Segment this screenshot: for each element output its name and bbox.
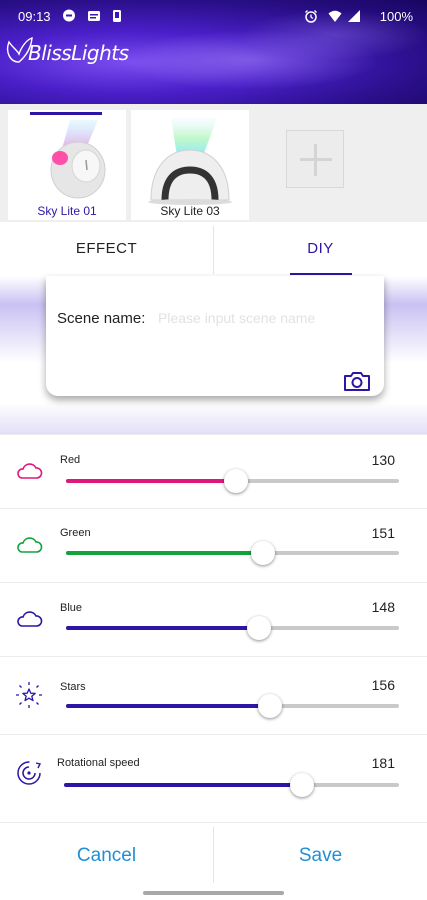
- device-card-sky-lite-01[interactable]: Sky Lite 01: [8, 110, 126, 220]
- sky-lite-device-icon: [50, 120, 106, 199]
- save-button[interactable]: Save: [214, 823, 427, 889]
- slider-label: Stars: [60, 681, 86, 693]
- chat-icon: [62, 9, 76, 23]
- cloud-icon: [17, 611, 43, 627]
- slider-label: Green: [60, 527, 91, 539]
- slider-row-stars: Stars 156: [0, 656, 427, 730]
- status-time: 09:13: [18, 9, 51, 24]
- mode-tabs: EFFECT DIY: [0, 222, 427, 276]
- slider-label: Red: [60, 454, 81, 466]
- slider-track[interactable]: [66, 469, 399, 493]
- slider-row-green: Green 151: [0, 508, 427, 582]
- scene-card: Scene name:: [46, 276, 384, 396]
- wifi-icon: [328, 9, 342, 23]
- slider-track[interactable]: [66, 616, 399, 640]
- status-bar: 09:13 100%: [0, 0, 427, 32]
- alarm-icon: [304, 9, 318, 23]
- slider-value: 151: [371, 525, 395, 541]
- logo-text: BlissLights: [28, 41, 129, 65]
- slider-thumb[interactable]: [289, 773, 314, 797]
- slider-thumb[interactable]: [247, 616, 272, 640]
- device-name: Sky Lite 03: [160, 204, 220, 218]
- phone-icon: [110, 9, 124, 23]
- slider-track[interactable]: [66, 694, 399, 718]
- slider-fill: [64, 783, 302, 787]
- slider-fill: [66, 551, 264, 555]
- slider-track[interactable]: [64, 773, 399, 797]
- cloud-icon: [17, 537, 43, 553]
- bottom-action-bar: Cancel Save: [0, 822, 427, 900]
- gesture-nav-handle[interactable]: [143, 891, 284, 895]
- slider-value: 148: [371, 599, 395, 615]
- device-card-sky-lite-03[interactable]: Sky Lite 03: [131, 110, 249, 220]
- selected-indicator: [30, 112, 102, 115]
- slider-row-red: Red 130: [0, 434, 427, 508]
- cloud-icon: [17, 463, 43, 479]
- header-banner: 09:13 100% BlissLights: [0, 0, 427, 104]
- signal-icon: [347, 9, 361, 23]
- slider-thumb[interactable]: [251, 541, 276, 565]
- scene-name-input[interactable]: [158, 306, 368, 330]
- sky-lite-device-icon: [148, 118, 232, 205]
- tab-effect[interactable]: EFFECT: [0, 222, 213, 276]
- slider-row-blue: Blue 148: [0, 582, 427, 656]
- slider-fill: [66, 704, 270, 708]
- slider-row-rotational-speed: Rotational speed 181: [0, 734, 427, 822]
- cancel-button[interactable]: Cancel: [0, 823, 213, 889]
- active-tab-indicator: [290, 273, 352, 275]
- battery-level: 100%: [379, 9, 413, 24]
- slider-thumb[interactable]: [257, 694, 282, 718]
- slider-fill: [66, 479, 236, 483]
- slider-label: Rotational speed: [57, 757, 140, 769]
- add-device-button[interactable]: [286, 130, 344, 188]
- slider-value: 156: [371, 677, 395, 693]
- tab-diy[interactable]: DIY: [214, 222, 427, 276]
- device-name: Sky Lite 01: [37, 204, 97, 218]
- camera-icon[interactable]: [343, 370, 371, 392]
- device-list: Sky Lite 01 Sky Lite 03: [0, 104, 427, 222]
- rotation-icon: [17, 761, 42, 785]
- slider-value: 130: [371, 452, 395, 468]
- slider-track[interactable]: [66, 541, 399, 565]
- slider-value: 181: [371, 755, 395, 771]
- slider-thumb[interactable]: [223, 469, 248, 493]
- scene-name-label: Scene name:: [57, 310, 146, 327]
- star-burst-icon: [16, 682, 42, 708]
- slider-label: Blue: [60, 602, 83, 614]
- message-icon: [87, 9, 101, 23]
- slider-fill: [66, 626, 260, 630]
